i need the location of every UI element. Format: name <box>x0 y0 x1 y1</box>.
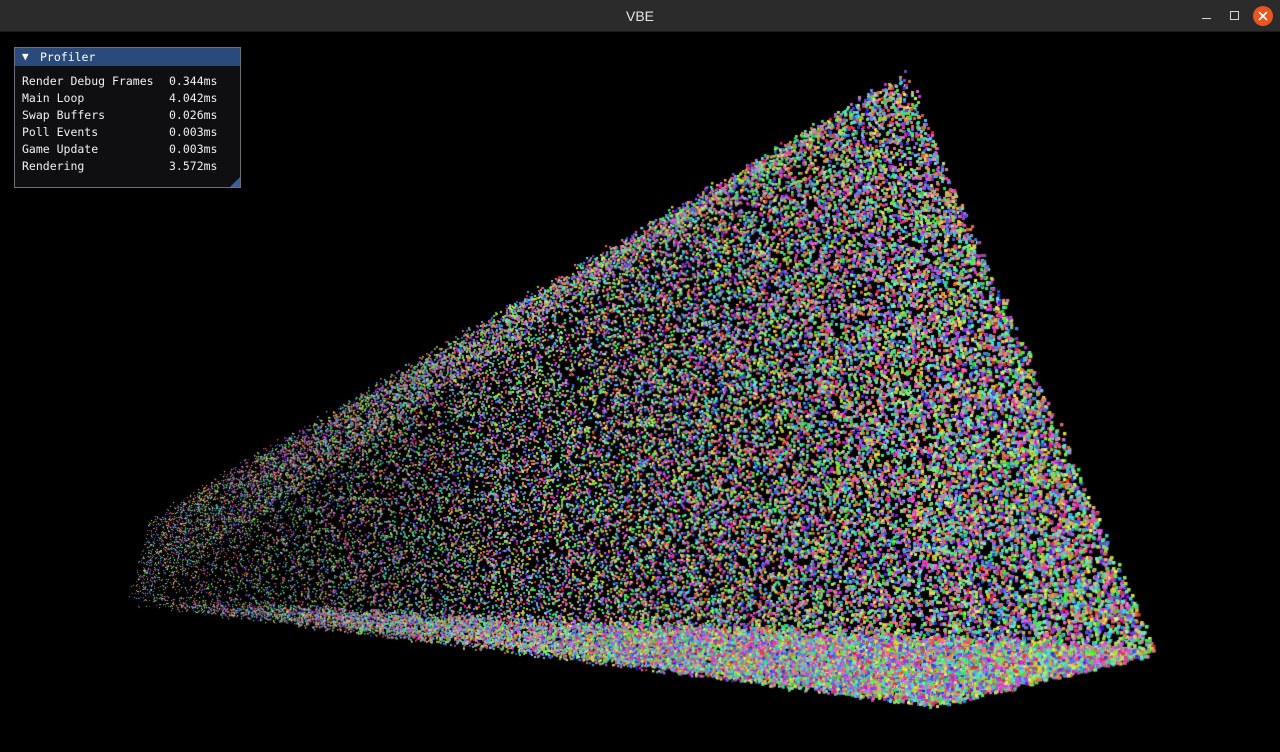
profiler-row: Render Debug Frames 0.344ms <box>22 74 234 91</box>
profiler-row: Game Update 0.003ms <box>22 142 234 159</box>
row-value: 0.003ms <box>169 125 218 139</box>
row-label: Game Update <box>22 142 99 156</box>
row-value: 0.344ms <box>169 74 218 88</box>
profiler-row: Rendering 3.572ms <box>22 159 234 176</box>
maximize-button[interactable] <box>1225 6 1245 26</box>
profiler-row: Main Loop 4.042ms <box>22 91 234 108</box>
profiler-header[interactable]: ▼ Profiler <box>15 48 240 66</box>
profiler-window[interactable]: ▼ Profiler Render Debug Frames 0.344ms Ma… <box>14 47 241 188</box>
profiler-title: Profiler <box>40 50 96 64</box>
row-label: Main Loop <box>22 91 85 105</box>
row-label: Poll Events <box>22 125 99 139</box>
minimize-button[interactable] <box>1197 6 1217 26</box>
row-value: 0.026ms <box>169 108 218 122</box>
close-button[interactable] <box>1253 6 1273 26</box>
window-title: VBE <box>625 8 654 24</box>
row-value: 4.042ms <box>169 91 218 105</box>
row-label: Rendering <box>22 159 85 173</box>
profiler-rows: Render Debug Frames 0.344ms Main Loop 4.04… <box>22 74 234 176</box>
triangle-down-icon[interactable]: ▼ <box>22 50 29 63</box>
profiler-row: Swap Buffers 0.026ms <box>22 108 234 125</box>
resize-grip[interactable] <box>230 177 240 187</box>
row-value: 0.003ms <box>169 142 218 156</box>
app-window: VBE ▼ Profiler Render Debug Frames 0.344m… <box>0 0 1280 752</box>
close-icon <box>1258 11 1268 21</box>
title-bar[interactable]: VBE <box>0 0 1280 32</box>
row-value: 3.572ms <box>169 159 218 173</box>
profiler-row: Poll Events 0.003ms <box>22 125 234 142</box>
row-label: Render Debug Frames <box>22 74 154 88</box>
row-label: Swap Buffers <box>22 108 106 122</box>
